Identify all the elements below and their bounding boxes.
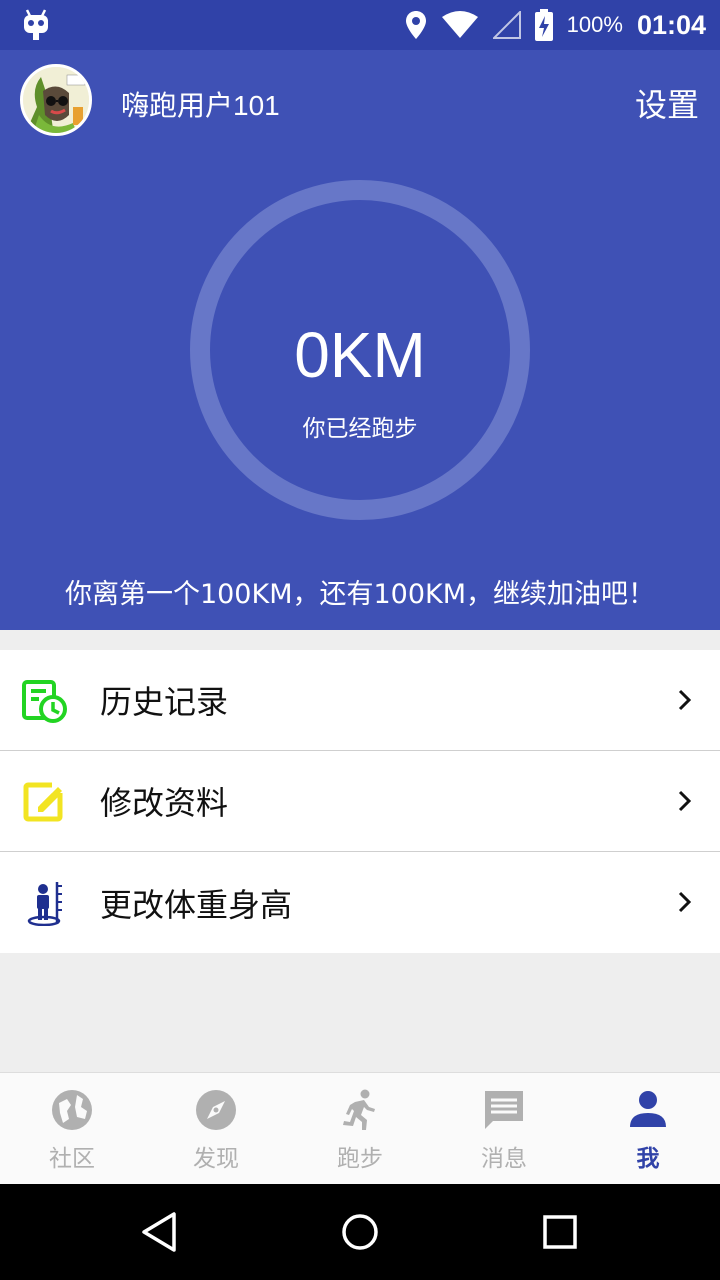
chevron-right-icon — [678, 790, 692, 812]
username: 嗨跑用户101 — [121, 90, 280, 121]
nav-tab-label: 消息 — [481, 1146, 527, 1172]
recents-icon[interactable] — [538, 1210, 582, 1254]
menu-item-label: 更改体重身高 — [100, 885, 293, 924]
avatar-image — [23, 67, 89, 133]
nav-tab-community[interactable]: 社区 — [0, 1073, 144, 1185]
compass-icon — [196, 1090, 236, 1130]
settings-menu: 历史记录 修改资料 更改体重身高 — [0, 650, 720, 953]
menu-item-label: 修改资料 — [100, 784, 229, 822]
nav-tab-label: 发现 — [193, 1146, 239, 1172]
nav-tab-label: 我 — [636, 1146, 660, 1172]
chevron-right-icon — [678, 689, 692, 711]
home-icon[interactable] — [338, 1210, 382, 1254]
person-icon — [630, 1091, 666, 1127]
avatar[interactable] — [20, 64, 92, 136]
back-icon[interactable] — [138, 1210, 182, 1254]
location-icon — [405, 11, 426, 39]
wifi-icon — [441, 11, 478, 38]
settings-button[interactable]: 设置 — [635, 80, 699, 126]
message-icon — [485, 1091, 523, 1129]
chevron-right-icon — [678, 891, 692, 913]
nav-tab-me[interactable]: 我 — [576, 1073, 720, 1185]
system-navigation-bar — [0, 1184, 720, 1280]
status-bar: 100% 01:04 — [0, 0, 720, 50]
nav-tab-messages[interactable]: 消息 — [432, 1073, 576, 1185]
distance-caption: 你已经跑步 — [302, 416, 418, 442]
height-weight-icon — [27, 882, 62, 926]
menu-item-edit-profile[interactable]: 修改资料 — [0, 751, 720, 852]
history-icon — [22, 680, 67, 723]
nav-tab-label: 社区 — [49, 1146, 95, 1172]
clock: 01:04 — [636, 9, 706, 40]
motivation-text: 你离第一个100KM，还有100KM，继续加油吧！ — [64, 579, 656, 610]
nav-tab-label: 跑步 — [337, 1146, 383, 1172]
android-robot-icon — [24, 9, 48, 40]
profile-header: 嗨跑用户101 设置 0KM 你已经跑步 你离第一个100KM，还有100KM，… — [0, 50, 720, 630]
runner-icon — [343, 1089, 375, 1130]
nav-tab-run[interactable]: 跑步 — [288, 1073, 432, 1185]
cell-signal-icon — [492, 11, 521, 39]
nav-tab-discover[interactable]: 发现 — [144, 1073, 288, 1185]
globe-icon — [52, 1090, 92, 1130]
menu-item-height-weight[interactable]: 更改体重身高 — [0, 852, 720, 953]
edit-icon — [23, 781, 66, 822]
bottom-navigation: 社区 发现 跑步 消息 我 — [0, 1072, 720, 1184]
battery-percentage: 100% — [566, 12, 623, 37]
total-distance: 0KM — [294, 319, 426, 391]
menu-item-label: 历史记录 — [100, 683, 229, 721]
battery-charging-icon — [534, 9, 553, 41]
menu-item-history[interactable]: 历史记录 — [0, 650, 720, 751]
